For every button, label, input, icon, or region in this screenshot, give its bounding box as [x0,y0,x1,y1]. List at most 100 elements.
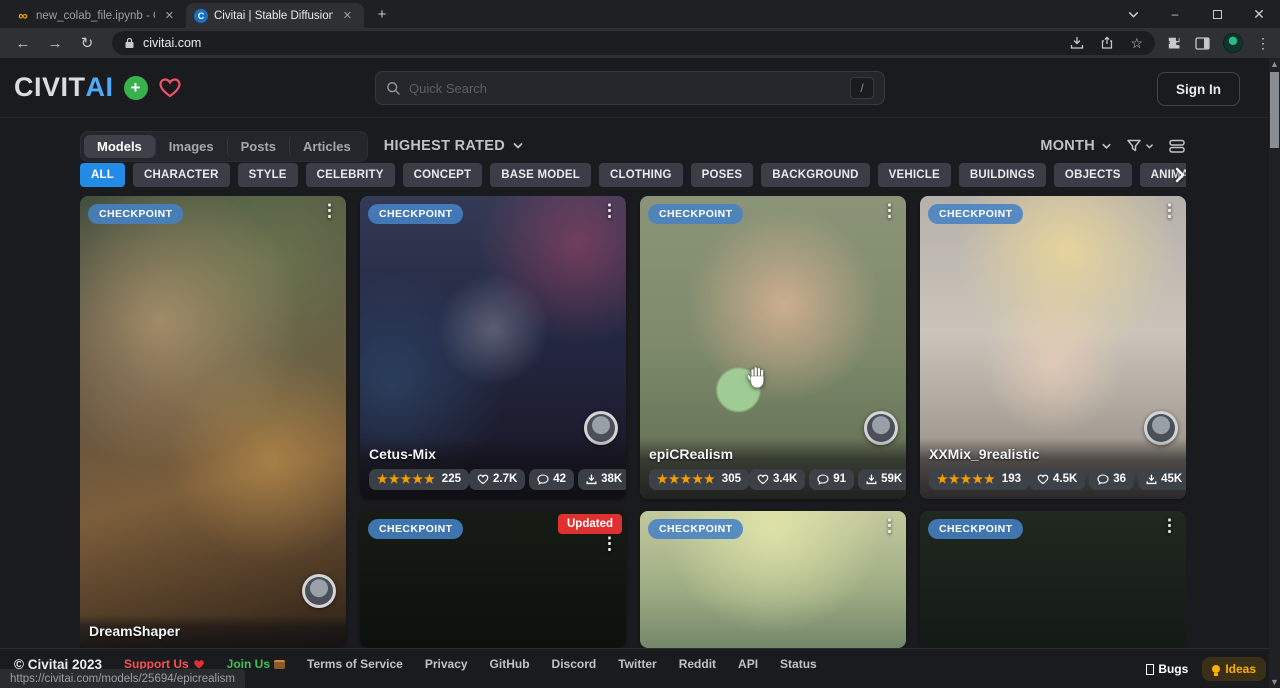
footer-link-github[interactable]: GitHub [490,657,530,671]
search-input[interactable] [409,81,842,96]
comments-pill: 36 [1089,469,1134,490]
share-icon[interactable] [1100,36,1114,50]
tab-close-icon[interactable]: ✕ [161,8,178,23]
comment-icon [1097,474,1109,485]
model-card-row2[interactable]: CHECKPOINT Updated ⋮ [360,511,626,648]
filters-button[interactable] [1126,138,1154,154]
footer-link-discord[interactable]: Discord [552,657,597,671]
tab-models[interactable]: Models [84,135,155,158]
lightbulb-icon [1212,665,1220,673]
back-button[interactable]: ← [10,30,36,56]
tab-civitai[interactable]: C Civitai | Stable Diffusion models, ✕ [186,3,364,28]
side-panel-icon[interactable] [1195,36,1210,51]
new-tab-button[interactable]: + [370,2,394,26]
tab-posts[interactable]: Posts [227,135,289,158]
downloads-pill: 45K [1138,469,1186,490]
period-dropdown[interactable]: MONTH [1040,138,1112,154]
creator-avatar[interactable] [302,574,336,608]
model-card-row2[interactable]: CHECKPOINT ⋮ [920,511,1186,648]
card-menu-icon[interactable]: ⋮ [601,535,618,552]
chip-character[interactable]: CHARACTER [133,163,230,187]
forward-button[interactable]: → [42,30,68,56]
tab-colab[interactable]: ∞ new_colab_file.ipynb - Colaborat ✕ [8,3,186,28]
quick-search[interactable]: / [375,71,885,105]
bookmark-star-icon[interactable]: ☆ [1130,35,1143,52]
download-icon[interactable] [1070,36,1084,50]
bug-icon [1146,664,1154,675]
card-menu-icon[interactable]: ⋮ [1161,202,1178,219]
footer-link-api[interactable]: API [738,657,758,671]
chip-poses[interactable]: POSES [691,163,754,187]
create-plus-button[interactable]: + [124,76,148,100]
window-controls: – ✕ [1112,0,1280,28]
footer-link-twitter[interactable]: Twitter [618,657,656,671]
close-window-button[interactable]: ✕ [1238,0,1280,28]
comment-icon [537,474,549,485]
sort-dropdown[interactable]: HIGHEST RATED [384,138,524,154]
scrollbar-thumb[interactable] [1270,72,1279,148]
tab-title: new_colab_file.ipynb - Colaborat [36,10,155,22]
checkpoint-badge: CHECKPOINT [928,204,1023,224]
reload-button[interactable]: ↻ [74,30,100,56]
extensions-icon[interactable] [1167,36,1182,51]
search-icon [386,81,401,96]
model-card-xxmix9realistic[interactable]: CHECKPOINT ⋮ XXMix_9realistic ★★★★★193 4… [920,196,1186,499]
card-menu-icon[interactable]: ⋮ [601,202,618,219]
chip-base-model[interactable]: BASE MODEL [490,163,591,187]
model-card-epicrealism[interactable]: CHECKPOINT ⋮ epiCRealism ★★★★★305 3.4K 9… [640,196,906,499]
chips-scroll-right-icon[interactable] [1170,165,1186,189]
restore-button[interactable] [1196,0,1238,28]
tab-images[interactable]: Images [155,135,227,158]
address-bar[interactable]: civitai.com ☆ [112,31,1155,55]
scroll-up-icon[interactable]: ▲ [1270,58,1279,70]
card-menu-icon[interactable]: ⋮ [1161,517,1178,534]
likes-pill: 3.4K [749,469,805,490]
chip-vehicle[interactable]: VEHICLE [878,163,951,187]
bugs-button[interactable]: Bugs [1146,662,1188,676]
civitai-logo[interactable]: CIVITAI [14,72,114,103]
checkpoint-badge: CHECKPOINT [88,204,183,224]
page-scrollbar[interactable]: ▲ ▼ [1269,58,1280,688]
chip-concept[interactable]: CONCEPT [403,163,483,187]
layout-toggle-button[interactable] [1168,138,1186,154]
model-card-dreamshaper[interactable]: CHECKPOINT ⋮ DreamShaper [80,196,346,648]
tab-bar: ∞ new_colab_file.ipynb - Colaborat ✕ C C… [0,0,1280,28]
chip-all[interactable]: ALL [80,163,125,187]
chip-buildings[interactable]: BUILDINGS [959,163,1046,187]
chip-objects[interactable]: OBJECTS [1054,163,1132,187]
footer-link-privacy[interactable]: Privacy [425,657,468,671]
ideas-button[interactable]: Ideas [1202,657,1266,681]
footer-link-status[interactable]: Status [780,657,817,671]
briefcase-icon [274,660,285,669]
chevron-down-icon [1145,142,1154,151]
sign-in-button[interactable]: Sign In [1157,72,1240,106]
chip-clothing[interactable]: CLOTHING [599,163,683,187]
chevron-down-icon [1101,141,1112,152]
tab-search-icon[interactable] [1112,0,1154,28]
model-card-cetus-mix[interactable]: CHECKPOINT ⋮ Cetus-Mix ★★★★★225 2.7K 42 … [360,196,626,499]
chrome-menu-icon[interactable]: ⋮ [1256,35,1270,52]
chip-celebrity[interactable]: CELEBRITY [306,163,395,187]
chip-background[interactable]: BACKGROUND [761,163,869,187]
checkpoint-badge: CHECKPOINT [928,519,1023,539]
lock-icon [124,37,135,49]
card-menu-icon[interactable]: ⋮ [881,517,898,534]
support-heart-icon[interactable] [158,77,182,99]
profile-avatar[interactable] [1223,33,1243,53]
tab-close-icon[interactable]: ✕ [339,8,356,23]
download-icon [866,474,877,485]
card-menu-icon[interactable]: ⋮ [321,202,338,219]
civitai-favicon: C [194,9,208,23]
downloads-pill: 38K [578,469,626,490]
scroll-down-icon[interactable]: ▼ [1270,676,1279,688]
model-card-row2[interactable]: CHECKPOINT ⋮ [640,511,906,648]
minimize-button[interactable]: – [1154,0,1196,28]
card-menu-icon[interactable]: ⋮ [881,202,898,219]
heart-icon [477,474,489,485]
footer-link-terms[interactable]: Terms of Service [307,657,403,671]
footer-link-reddit[interactable]: Reddit [679,657,716,671]
model-name: Cetus-Mix [369,446,617,462]
browser-toolbar: ← → ↻ civitai.com ☆ ⋮ [0,28,1280,58]
chip-style[interactable]: STYLE [238,163,298,187]
tab-articles[interactable]: Articles [289,135,364,158]
